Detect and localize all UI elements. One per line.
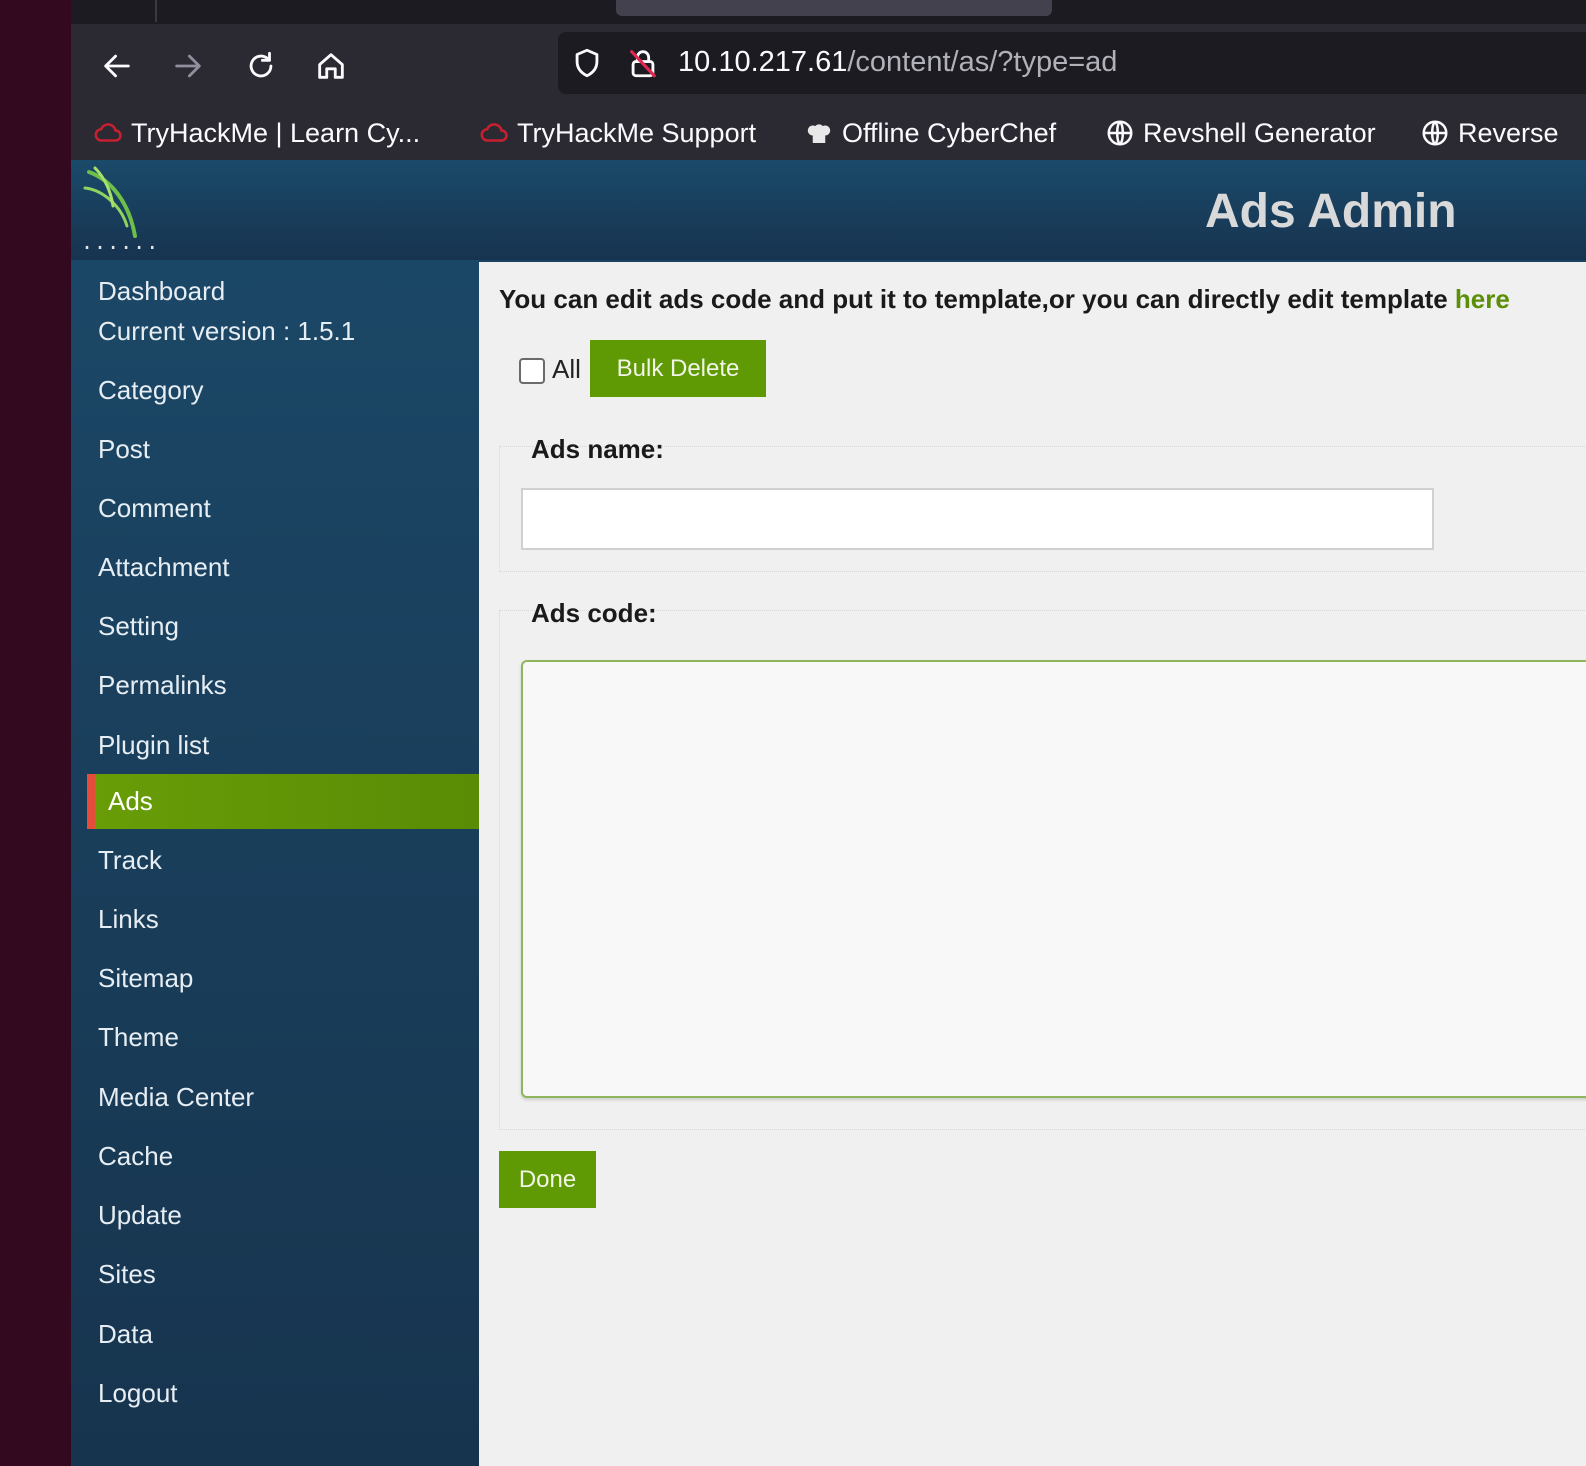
reload-icon xyxy=(249,51,273,78)
url-text[interactable]: 10.10.217.61/content/as/?type=ad xyxy=(678,46,1117,79)
sidebar-item-category[interactable]: Category xyxy=(98,375,204,406)
intro-sentence: You can edit ads code and put it to temp… xyxy=(499,284,1455,314)
browser-window: 10.10.217.61/content/as/?type=ad TryHack… xyxy=(71,0,1586,1466)
sidebar-item-update[interactable]: Update xyxy=(98,1200,182,1231)
intro-text: You can edit ads code and put it to temp… xyxy=(499,284,1510,315)
edit-template-link[interactable]: here xyxy=(1455,284,1510,314)
logo-dots: ...... xyxy=(81,230,160,254)
page-header: ...... Ads Admin xyxy=(71,160,1586,260)
active-tab[interactable] xyxy=(616,0,1052,16)
webpage: ...... Ads Admin Dashboard Current versi… xyxy=(71,160,1586,1466)
sidebar-item-ads[interactable]: Ads xyxy=(87,774,479,829)
bookmark-label: TryHackMe | Learn Cy... xyxy=(131,117,421,148)
sidebar-item-dashboard[interactable]: Dashboard xyxy=(98,276,225,307)
sidebar-item-sites[interactable]: Sites xyxy=(98,1259,156,1290)
back-button[interactable] xyxy=(97,46,137,86)
site-logo[interactable]: ...... xyxy=(81,166,158,254)
url-bar[interactable]: 10.10.217.61/content/as/?type=ad xyxy=(558,32,1586,94)
desktop-dock-strip xyxy=(0,0,71,1466)
sidebar-item-sitemap[interactable]: Sitemap xyxy=(98,963,193,994)
forward-button[interactable] xyxy=(168,46,208,86)
sidebar-item-attachment[interactable]: Attachment xyxy=(98,552,230,583)
sidebar-item-theme[interactable]: Theme xyxy=(98,1022,179,1053)
bookmark-revshell-generator[interactable]: Revshell Generator xyxy=(1105,116,1376,150)
tryhackme-cloud-icon xyxy=(480,123,508,142)
sidebar-item-setting[interactable]: Setting xyxy=(98,611,179,642)
bookmark-label: TryHackMe Support xyxy=(517,117,757,148)
url-path: /content/as/?type=ad xyxy=(847,46,1118,78)
sidebar-item-logout[interactable]: Logout xyxy=(98,1378,178,1409)
insecure-lock-icon[interactable] xyxy=(626,46,660,80)
sidebar-item-cache[interactable]: Cache xyxy=(98,1141,173,1172)
sidebar-item-links[interactable]: Links xyxy=(98,904,159,935)
ads-code-label: Ads code: xyxy=(531,598,657,628)
select-all-label: All xyxy=(552,354,581,384)
navigation-toolbar: 10.10.217.61/content/as/?type=ad xyxy=(71,24,1586,108)
forward-arrow-icon xyxy=(175,54,201,78)
sidebar-item-permalinks[interactable]: Permalinks xyxy=(98,670,227,701)
bookmark-label: Offline CyberChef xyxy=(842,117,1057,148)
tab-bar xyxy=(71,0,1586,24)
chef-hat-icon xyxy=(807,124,831,143)
bookmark-reverse[interactable]: Reverse xyxy=(1420,116,1559,150)
home-button[interactable] xyxy=(311,46,351,86)
page-title: Ads Admin xyxy=(1205,185,1457,238)
select-all-checkbox[interactable] xyxy=(519,358,545,384)
reload-button[interactable] xyxy=(241,46,281,86)
home-icon xyxy=(318,53,344,79)
bookmarks-toolbar: TryHackMe | Learn Cy... TryHackMe Suppor… xyxy=(71,108,1586,160)
ads-code-textarea[interactable] xyxy=(521,660,1586,1098)
leaf-logo-icon xyxy=(83,166,137,238)
bookmark-label: Reverse xyxy=(1458,117,1559,148)
admin-sidebar: Dashboard Current version : 1.5.1 Catego… xyxy=(71,260,479,1466)
ads-name-input[interactable] xyxy=(521,488,1434,550)
bookmark-tryhackme-support[interactable]: TryHackMe Support xyxy=(479,116,756,150)
url-host: 10.10.217.61 xyxy=(678,46,848,78)
sidebar-item-media-center[interactable]: Media Center xyxy=(98,1082,254,1113)
bulk-delete-button[interactable]: Bulk Delete xyxy=(590,340,766,397)
done-button[interactable]: Done xyxy=(499,1151,596,1208)
sidebar-item-track[interactable]: Track xyxy=(98,845,162,876)
bookmark-label: Revshell Generator xyxy=(1143,117,1376,148)
sidebar-item-comment[interactable]: Comment xyxy=(98,493,211,524)
bookmark-tryhackme-learn[interactable]: TryHackMe | Learn Cy... xyxy=(93,116,420,150)
sidebar-item-label: Ads xyxy=(108,786,153,816)
tab-divider xyxy=(155,0,157,22)
ads-name-label: Ads name: xyxy=(531,434,664,464)
sidebar-item-plugin-list[interactable]: Plugin list xyxy=(98,730,209,761)
sidebar-item-data[interactable]: Data xyxy=(98,1319,153,1350)
version-text: Current version : 1.5.1 xyxy=(98,316,356,346)
tracking-shield-icon[interactable] xyxy=(570,46,604,80)
back-arrow-icon xyxy=(104,54,130,78)
sidebar-item-post[interactable]: Post xyxy=(98,434,150,465)
bookmark-offline-cyberchef[interactable]: Offline CyberChef xyxy=(804,116,1056,150)
tryhackme-cloud-icon xyxy=(94,123,122,142)
main-content: You can edit ads code and put it to temp… xyxy=(479,262,1586,1466)
globe-icon xyxy=(1422,120,1448,146)
globe-icon xyxy=(1107,120,1133,146)
